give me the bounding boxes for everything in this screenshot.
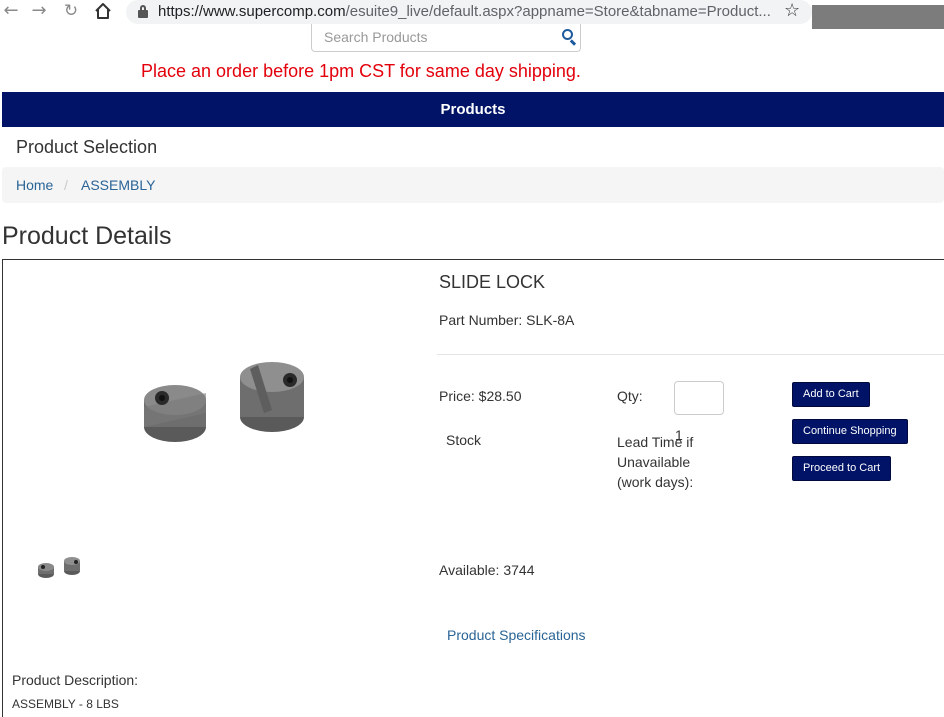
- product-specifications-link[interactable]: Product Specifications: [447, 627, 586, 643]
- address-bar[interactable]: https://www.supercomp.com/esuite9_live/d…: [126, 0, 812, 24]
- products-nav-label[interactable]: Products: [2, 101, 944, 118]
- home-icon[interactable]: [92, 0, 114, 22]
- add-to-cart-button[interactable]: Add to Cart: [792, 382, 870, 407]
- breadcrumb: Home / ASSEMBLY: [2, 167, 944, 203]
- product-image: [144, 362, 304, 442]
- product-name: SLIDE LOCK: [439, 272, 546, 292]
- breadcrumb-home-link[interactable]: Home: [16, 177, 53, 193]
- lead-time-label: Lead Time if Unavailable (work days):: [617, 434, 694, 490]
- reload-icon[interactable]: ↻: [60, 0, 82, 22]
- qty-label: Qty:: [617, 388, 643, 404]
- breadcrumb-category-link[interactable]: ASSEMBLY: [81, 177, 155, 193]
- description-label: Product Description:: [12, 672, 139, 688]
- browser-toolbar: ← → ↻ https://www.supercomp.com/esuite9_…: [0, 0, 944, 29]
- divider: [437, 354, 944, 355]
- products-nav-bar[interactable]: Products: [2, 92, 944, 127]
- description-text: ASSEMBLY - 8 LBS: [12, 697, 119, 711]
- product-thumbnail[interactable]: [36, 555, 82, 581]
- search-box: [311, 24, 581, 52]
- page-title: Product Details: [2, 222, 172, 250]
- forward-arrow-icon[interactable]: →: [28, 0, 50, 22]
- section-title: Product Selection: [16, 137, 158, 157]
- breadcrumb-separator: /: [64, 177, 68, 193]
- proceed-to-cart-button[interactable]: Proceed to Cart: [792, 456, 892, 481]
- product-price: Price: $28.50: [439, 388, 522, 404]
- lead-time-value: 1: [675, 427, 683, 443]
- stock-label: Stock: [446, 432, 482, 448]
- back-arrow-icon[interactable]: ←: [0, 0, 22, 22]
- url-text: https://www.supercomp.com/esuite9_live/d…: [158, 3, 771, 20]
- quantity-input[interactable]: [674, 381, 724, 415]
- part-number: Part Number: SLK-8A: [439, 312, 575, 328]
- lock-icon: [138, 5, 148, 18]
- continue-shopping-button[interactable]: Continue Shopping: [792, 419, 908, 444]
- available-stock: Available: 3744: [439, 562, 535, 578]
- search-icon[interactable]: [562, 29, 577, 46]
- search-input[interactable]: [312, 24, 552, 50]
- bookmark-star-icon[interactable]: ☆: [784, 0, 800, 22]
- toolbar-extension-area: [812, 5, 944, 29]
- shipping-notice: Place an order before 1pm CST for same d…: [141, 61, 581, 81]
